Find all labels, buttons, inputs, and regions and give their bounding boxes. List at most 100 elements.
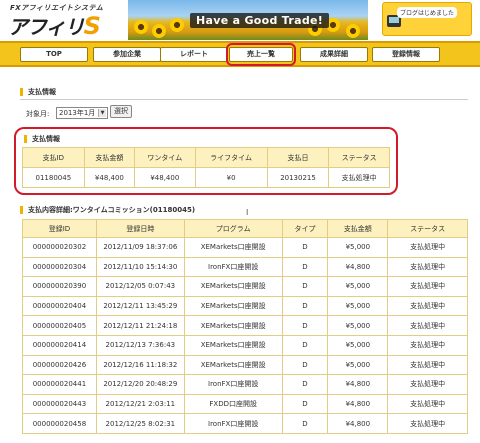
brand-logo[interactable]: アフィリS: [8, 11, 101, 40]
registration-datetime: 2012/12/11 21:24:18: [95, 315, 185, 336]
program-name: IronFX口座開設: [183, 374, 283, 395]
status: 支払処理中: [387, 295, 468, 317]
divider: [20, 99, 468, 100]
program-name: XEMarkets口座開設: [183, 315, 283, 336]
payment-amount: ¥48,400: [83, 167, 136, 188]
nav-results[interactable]: 成果詳細: [300, 47, 368, 62]
registration-id: 000000020443: [22, 393, 97, 415]
nav-partners[interactable]: 参加企業: [93, 47, 161, 62]
registration-datetime: 2012/12/16 11:18:32: [95, 354, 185, 376]
payment-date: 20130215: [266, 167, 330, 188]
payment-status: 支払処理中: [328, 167, 390, 188]
program-name: XEMarkets口座開設: [183, 276, 283, 297]
program-name: IronFX口座開設: [183, 256, 283, 278]
registration-id: 000000020458: [22, 413, 97, 434]
amount: ¥5,000: [327, 276, 389, 297]
registration-datetime: 2012/12/05 0:07:43: [95, 276, 185, 297]
column-header: 登録ID: [22, 219, 97, 238]
amount: ¥4,800: [327, 256, 389, 278]
sunflower-banner: Have a Good Trade!: [128, 0, 368, 40]
program-name: XEMarkets口座開設: [183, 237, 283, 258]
amount: ¥5,000: [327, 334, 389, 356]
lifetime-amount: ¥0: [194, 167, 268, 188]
sunflower-icon: [346, 24, 360, 38]
sunflower-icon: [134, 20, 148, 34]
table-header-row: 支払ID 支払金額 ワンタイム ライフタイム 支払日 ステータス: [22, 147, 390, 168]
onetime-amount: ¥48,400: [134, 167, 196, 188]
type: D: [281, 413, 329, 434]
amount: ¥5,000: [327, 237, 389, 258]
program-name: XEMarkets口座開設: [183, 334, 283, 356]
amount: ¥4,800: [327, 393, 389, 415]
nav-top[interactable]: TOP: [20, 47, 88, 62]
column-header: ステータス: [328, 147, 390, 168]
column-header: ステータス: [387, 219, 468, 238]
sunflower-icon: [170, 18, 184, 32]
table-row: 000000020404 2012/12/11 13:45:29 XEMarkets…: [22, 295, 468, 317]
type: D: [281, 334, 329, 356]
table-row: 000000020304 2012/11/10 15:14:30 IronFX口座開…: [22, 256, 468, 278]
table-row: 01180045 ¥48,400 ¥48,400 ¥0 20130215 支払処…: [22, 167, 390, 188]
status: 支払処理中: [387, 413, 468, 434]
registration-datetime: 2012/12/25 8:02:31: [95, 413, 185, 434]
program-name: XEMarkets口座開設: [183, 295, 283, 317]
status: 支払処理中: [387, 374, 468, 395]
type: D: [281, 393, 329, 415]
payment-section-title: 支払情報: [20, 88, 56, 96]
amount: ¥4,800: [327, 413, 389, 434]
column-header: 登録日時: [95, 219, 185, 238]
amount: ¥5,000: [327, 354, 389, 376]
sunflower-icon: [152, 24, 166, 38]
detail-section-title: 支払内容詳細:ワンタイムコミッション(01180045): [20, 206, 195, 214]
chevron-down-icon: ▼: [98, 109, 106, 117]
table-row: 000000020414 2012/12/13 7:36:43 XEMarkets口…: [22, 334, 468, 356]
column-header: 支払日: [266, 147, 330, 168]
column-header: 支払金額: [327, 219, 389, 238]
type: D: [281, 256, 329, 278]
program-name: IronFX口座開設: [183, 413, 283, 434]
table-row: 000000020458 2012/12/25 8:02:31 IronFX口座開設…: [22, 413, 468, 434]
payment-id: 01180045: [22, 167, 85, 188]
registration-id: 000000020304: [22, 256, 97, 278]
month-select[interactable]: 2013年1月 ▼: [56, 107, 108, 119]
registration-datetime: 2012/12/11 13:45:29: [95, 295, 185, 317]
registration-datetime: 2012/11/10 15:14:30: [95, 256, 185, 278]
program-name: XEMarkets口座開設: [183, 354, 283, 376]
type: D: [281, 315, 329, 336]
summary-section-title: 支払情報: [24, 135, 60, 143]
column-header: タイプ: [281, 219, 329, 238]
column-header: 支払ID: [22, 147, 85, 168]
nav-account[interactable]: 登録情報: [372, 47, 440, 62]
blog-link-label: ブログはじめました: [397, 7, 458, 18]
table-row: 000000020443 2012/12/21 2:03:11 FXDD口座開設 D ¥…: [22, 393, 468, 415]
type: D: [281, 276, 329, 297]
amount: ¥5,000: [327, 295, 389, 317]
detail-table: 登録ID 登録日時 プログラム タイプ 支払金額 ステータス 000000020…: [22, 219, 468, 434]
status: 支払処理中: [387, 276, 468, 297]
registration-id: 000000020426: [22, 354, 97, 376]
target-month-label: 対象月:: [26, 110, 50, 118]
type: D: [281, 354, 329, 376]
status: 支払処理中: [387, 354, 468, 376]
brand-logo-suffix: S: [83, 12, 101, 40]
nav-report[interactable]: レポート: [160, 47, 228, 62]
registration-id: 000000020302: [22, 237, 97, 258]
registration-datetime: 2012/11/09 18:37:06: [95, 237, 185, 258]
registration-id: 000000020405: [22, 315, 97, 336]
registration-datetime: 2012/12/13 7:36:43: [95, 334, 185, 356]
registration-id: 000000020404: [22, 295, 97, 317]
select-button[interactable]: 選択: [110, 105, 132, 118]
registration-datetime: 2012/12/20 20:48:29: [95, 374, 185, 395]
table-row: 000000020426 2012/12/16 11:18:32 XEMarkets…: [22, 354, 468, 376]
status: 支払処理中: [387, 393, 468, 415]
table-row: 000000020302 2012/11/09 18:37:06 XEMarkets…: [22, 237, 468, 258]
blog-link[interactable]: ブログはじめました: [382, 2, 472, 36]
table-row: 000000020405 2012/12/11 21:24:18 XEMarkets…: [22, 315, 468, 336]
table-row: 000000020441 2012/12/20 20:48:29 IronFX口座開…: [22, 374, 468, 395]
site-header: FXアフィリエイトシステム アフィリS Have a Good Trade! ブ…: [0, 0, 480, 40]
program-name: FXDD口座開設: [183, 393, 283, 415]
nav-highlight-annotation: [226, 43, 296, 66]
amount: ¥4,800: [327, 374, 389, 395]
registration-datetime: 2012/12/21 2:03:11: [95, 393, 185, 415]
status: 支払処理中: [387, 256, 468, 278]
